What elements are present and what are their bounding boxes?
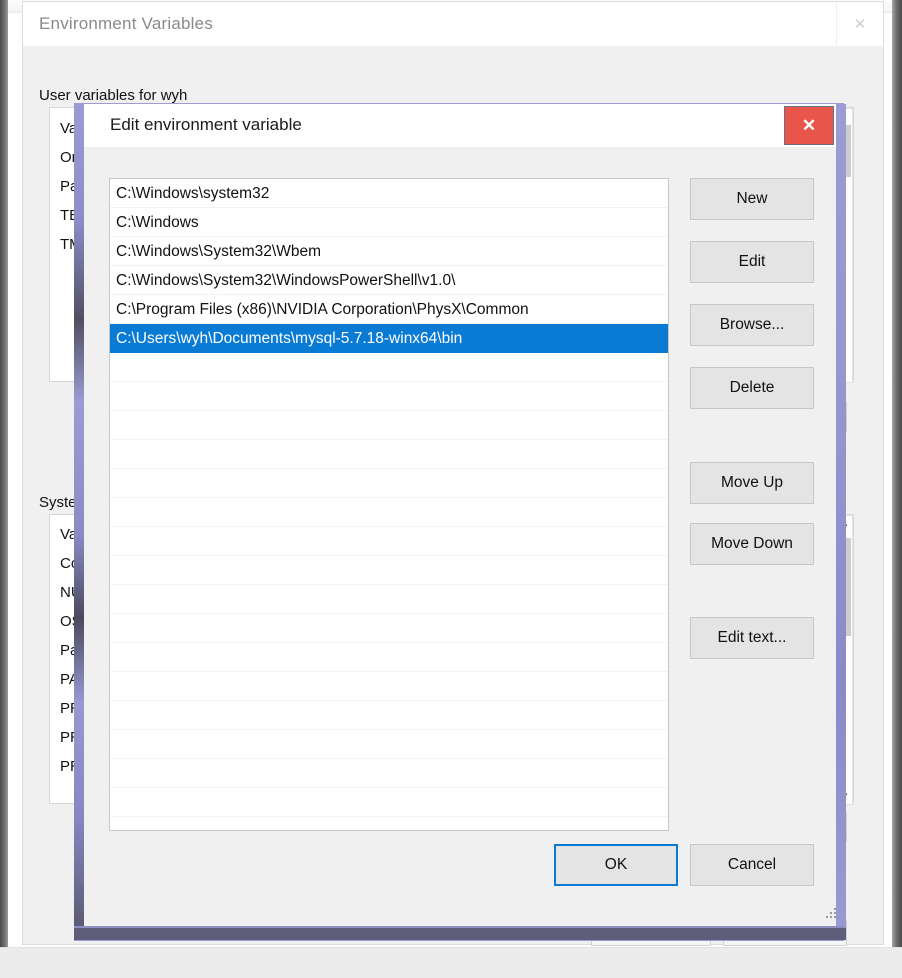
- list-item-empty[interactable]: [110, 498, 668, 527]
- delete-button[interactable]: Delete: [690, 367, 814, 409]
- path-list[interactable]: C:\Windows\system32 C:\Windows C:\Window…: [109, 178, 669, 831]
- list-item[interactable]: C:\Windows\System32\Wbem: [110, 237, 668, 266]
- list-item-empty[interactable]: [110, 556, 668, 585]
- close-icon[interactable]: ✕: [836, 2, 883, 46]
- list-item-empty[interactable]: [110, 788, 668, 817]
- desktop-background: Environment Variables ✕ User variables f…: [0, 0, 902, 978]
- window-edge-bottom: [0, 947, 902, 978]
- window-edge-right: [892, 0, 902, 978]
- list-item-empty[interactable]: [110, 382, 668, 411]
- edit-environment-variable-dialog: Edit environment variable ✕ C:\Windows\s…: [84, 104, 836, 928]
- move-up-button[interactable]: Move Up: [690, 462, 814, 504]
- list-item-empty[interactable]: [110, 672, 668, 701]
- cancel-button[interactable]: Cancel: [690, 844, 814, 886]
- dialog-titlebar[interactable]: Edit environment variable ✕: [84, 104, 836, 147]
- environment-variables-titlebar: Environment Variables ✕: [23, 2, 883, 46]
- browse-button[interactable]: Browse...: [690, 304, 814, 346]
- dialog-border-bottom-highlight: [74, 926, 846, 928]
- list-item-empty[interactable]: [110, 759, 668, 788]
- list-item-empty[interactable]: [110, 527, 668, 556]
- list-item-selected[interactable]: C:\Users\wyh\Documents\mysql-5.7.18-winx…: [110, 324, 668, 353]
- list-item[interactable]: C:\Windows\System32\WindowsPowerShell\v1…: [110, 266, 668, 295]
- window-edge-left: [0, 0, 8, 978]
- list-item[interactable]: C:\Windows: [110, 208, 668, 237]
- list-item[interactable]: C:\Program Files (x86)\NVIDIA Corporatio…: [110, 295, 668, 324]
- list-item-empty[interactable]: [110, 701, 668, 730]
- edit-button[interactable]: Edit: [690, 241, 814, 283]
- list-item-empty[interactable]: [110, 411, 668, 440]
- list-item-empty[interactable]: [110, 440, 668, 469]
- move-down-button[interactable]: Move Down: [690, 523, 814, 565]
- dialog-border-left: [74, 104, 84, 934]
- ok-button[interactable]: OK: [554, 844, 678, 886]
- environment-variables-title: Environment Variables: [39, 14, 213, 33]
- system-variables-label: Syste: [39, 494, 77, 511]
- list-item-empty[interactable]: [110, 614, 668, 643]
- dialog-border-right: [836, 104, 846, 934]
- list-item-empty[interactable]: [110, 469, 668, 498]
- list-item[interactable]: C:\Windows\system32: [110, 179, 668, 208]
- dialog-border-bottom: [74, 926, 846, 940]
- list-item-empty[interactable]: [110, 730, 668, 759]
- list-item-empty[interactable]: [110, 585, 668, 614]
- new-button[interactable]: New: [690, 178, 814, 220]
- dialog-title: Edit environment variable: [110, 115, 302, 134]
- resize-grip-icon[interactable]: [824, 908, 838, 922]
- close-icon[interactable]: ✕: [784, 106, 834, 145]
- user-variables-label: User variables for wyh: [39, 87, 188, 104]
- edit-text-button[interactable]: Edit text...: [690, 617, 814, 659]
- list-item-empty[interactable]: [110, 353, 668, 382]
- list-item-empty[interactable]: [110, 643, 668, 672]
